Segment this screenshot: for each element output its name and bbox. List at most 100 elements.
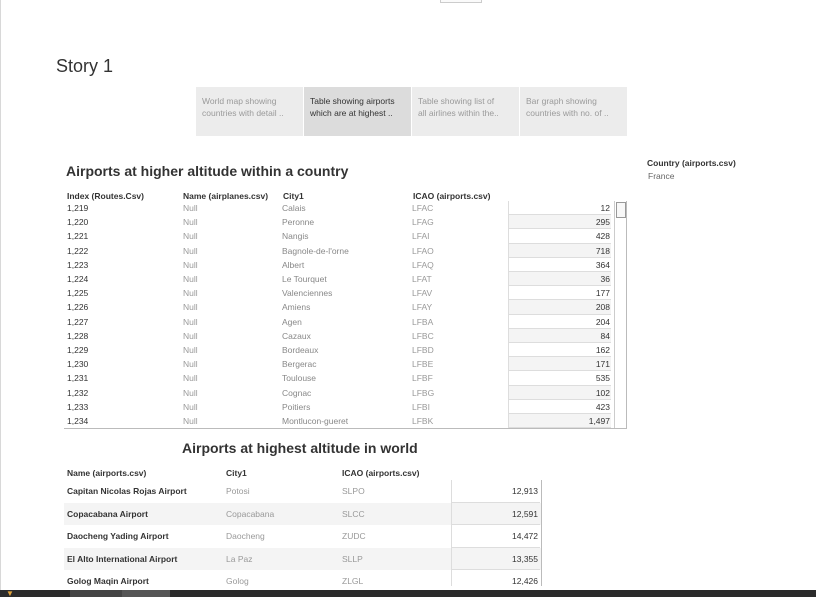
city-cell: Copacabana [226,508,275,519]
altitude-cell: 84 [508,328,611,343]
city-cell: Amiens [282,302,311,313]
city-cell: Calais [282,203,306,213]
table2-header-name[interactable]: Name (airports.csv) [67,468,146,478]
table-row[interactable]: El Alto International Airport La Paz SLLP 1… [64,547,541,571]
app-logo-icon: ▼ [6,589,14,598]
altitude-cell: 171 [508,357,611,372]
taskbar [0,590,816,597]
table-row[interactable]: 1,234 Null Montlucon-gueret LFBK 1,497 [64,414,626,429]
index-cell: 1,221 [67,231,89,242]
name-cell: Null [183,401,198,412]
name-cell: Capitan Nicolas Rojas Airport [67,486,187,496]
index-cell: 1,224 [67,274,89,284]
city-cell: Le Tourquet [282,274,327,284]
altitude-cell: 1,497 [508,414,611,429]
city-cell: Cognac [282,387,312,398]
table-row[interactable]: 1,223 Null Albert LFAQ 364 [64,257,626,272]
name-cell: Null [183,288,198,299]
altitude-cell: 12,426 [451,570,540,586]
altitude-cell: 162 [508,343,611,358]
name-cell: Daocheng Yading Airport [67,531,169,542]
table-row[interactable]: 1,222 Null Bagnole-de-l'orne LFAO 718 [64,243,626,258]
index-cell: 1,225 [67,288,89,299]
table-row[interactable]: 1,219 Null Calais LFAC 12 [64,201,626,216]
table1-scrollbar[interactable] [614,201,626,428]
city-cell: Valenciennes [282,288,333,299]
table-row[interactable]: Daocheng Yading Airport Daocheng ZUDC 14,47… [64,525,541,548]
table2-header-city[interactable]: City1 [226,468,247,478]
table1-header-city[interactable]: City1 [283,191,304,201]
icao-cell: LFBF [412,373,433,384]
index-cell: 1,232 [67,387,89,398]
altitude-cell: 204 [508,314,611,329]
table-row[interactable]: 1,232 Null Cognac LFBG 102 [64,385,626,400]
scrollbar-thumb[interactable] [616,202,626,218]
story-point-line2: which are at highest .. [310,108,393,118]
name-cell: Null [183,302,198,313]
taskbar-item[interactable] [122,590,170,597]
story-point-3[interactable]: Table showing list of all airlines withi… [412,87,519,136]
icao-cell: LFBI [412,401,430,412]
filter-label: Country (airports.csv) [647,158,736,168]
altitude-cell: 14,472 [451,525,540,548]
name-cell: Null [183,245,198,256]
index-cell: 1,223 [67,259,89,270]
icao-cell: ZUDC [342,531,366,542]
icao-cell: LFBK [412,416,434,426]
altitude-cell: 12,913 [451,480,540,503]
table-row[interactable]: 1,230 Null Bergerac LFBE 171 [64,357,626,372]
icao-cell: SLLP [342,553,363,564]
table2-header-icao[interactable]: ICAO (airports.csv) [342,468,419,478]
story-point-1[interactable]: World map showing countries with detail … [196,87,303,136]
name-cell: Null [183,330,198,341]
city-cell: Nangis [282,231,309,242]
story-point-4[interactable]: Bar graph showing countries with no. of … [520,87,627,136]
icao-cell: LFAC [412,203,434,213]
icao-cell: LFBE [412,359,434,370]
icao-cell: SLPO [342,486,365,496]
story-point-line1: World map showing [202,96,277,106]
table-row[interactable]: 1,224 Null Le Tourquet LFAT 36 [64,272,626,287]
altitude-cell: 13,355 [451,547,540,571]
name-cell: Null [183,274,198,284]
city-cell: La Paz [226,553,253,564]
icao-cell: LFBC [412,330,434,341]
table-row[interactable]: 1,229 Null Bordeaux LFBD 162 [64,343,626,358]
icao-cell: LFBG [412,387,435,398]
city-cell: Bordeaux [282,345,319,355]
table1-grid: 1,234 Null Montlucon-gueret LFBK 1,497 1,233 N… [64,201,627,429]
table1-header-name[interactable]: Name (airplanes.csv) [183,191,268,201]
story-navigator: World map showing countries with detail … [196,87,628,136]
story-point-line1: Table showing airports [310,96,395,106]
name-cell: Copacabana Airport [67,508,148,519]
story-title: Story 1 [56,56,114,76]
table-row[interactable]: Copacabana Airport Copacabana SLCC 12,591 [64,502,541,526]
name-cell: Null [183,259,198,270]
table1-header-index[interactable]: Index (Routes.Csv) [67,191,144,201]
city-cell: Potosi [226,486,250,496]
table-row[interactable]: 1,220 Null Peronne LFAG 295 [64,215,626,230]
filter-value[interactable]: France [648,171,674,181]
altitude-cell: 12 [508,201,611,216]
table-row[interactable]: 1,231 Null Toulouse LFBF 535 [64,371,626,386]
story-point-line2: countries with no. of .. [526,108,609,118]
taskbar-item[interactable] [70,590,122,597]
story-point-line1: Table showing list of [418,96,495,106]
city-cell: Albert [282,259,305,270]
table-row[interactable]: Capitan Nicolas Rojas Airport Potosi SLPO 1… [64,480,541,503]
index-cell: 1,230 [67,359,89,370]
table-row[interactable]: 1,227 Null Agen LFBA 204 [64,314,626,329]
icao-cell: LFBA [412,316,434,327]
altitude-cell: 423 [508,399,611,414]
table-row[interactable]: 1,225 Null Valenciennes LFAV 177 [64,286,626,301]
table-row[interactable]: 1,221 Null Nangis LFAI 428 [64,229,626,244]
table-row[interactable]: Golog Maqin Airport Golog ZLGL 12,426 [64,570,541,586]
table-row[interactable]: 1,226 Null Amiens LFAY 208 [64,300,626,315]
name-cell: Null [183,231,198,242]
story-point-2[interactable]: Table showing airports which are at high… [304,87,411,136]
table-row[interactable]: 1,228 Null Cazaux LFBC 84 [64,328,626,343]
top-handle [440,0,482,3]
index-cell: 1,229 [67,345,89,355]
table1-header-icao[interactable]: ICAO (airports.csv) [413,191,490,201]
table-row[interactable]: 1,233 Null Poitiers LFBI 423 [64,399,626,414]
